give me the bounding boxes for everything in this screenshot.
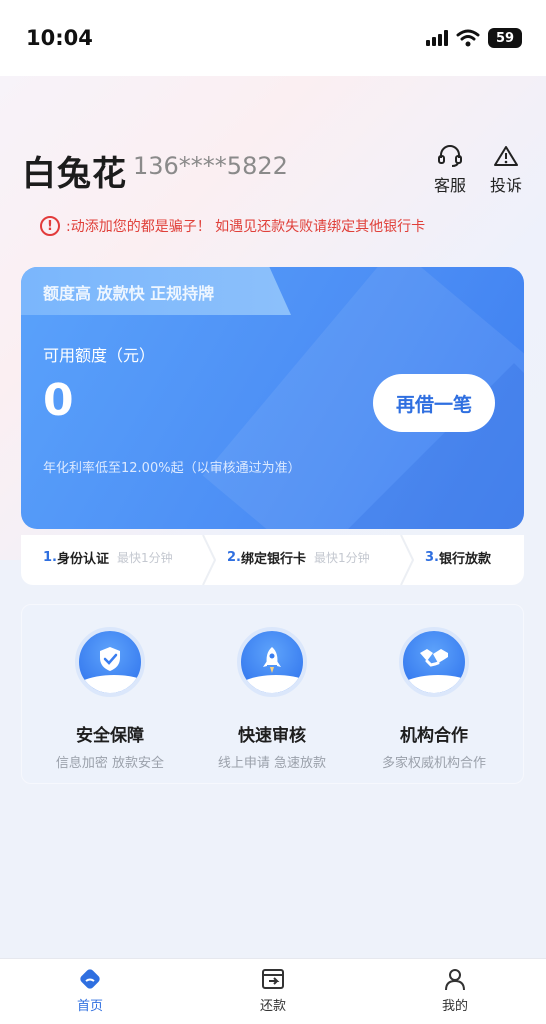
- signal-icon: [426, 30, 448, 46]
- customer-service-label: 客服: [433, 176, 466, 195]
- phone-number: 136****5822: [133, 152, 288, 180]
- step-name: 银行放款: [438, 552, 491, 567]
- status-time: 10:04: [26, 26, 93, 50]
- status-icons: 59: [426, 26, 522, 50]
- feature-subtitle: 信息加密 放款安全: [55, 756, 165, 771]
- tab-mine[interactable]: 我的: [410, 967, 500, 1014]
- feature-icon-badge: [399, 627, 469, 697]
- step-item: 1. 身份认证 最快1分钟: [43, 548, 173, 567]
- interest-rate-note: 年化利率低至12.00%起（以审核通过为准）: [43, 461, 301, 476]
- process-steps: 1. 身份认证 最快1分钟 2. 绑定银行卡 最快1分钟 3. 银行放款: [21, 535, 524, 585]
- user-icon: [445, 969, 465, 991]
- tab-label: 首页: [76, 999, 103, 1014]
- wifi-icon: [456, 29, 480, 47]
- status-bar: 10:04 59: [0, 0, 546, 76]
- step-number: 1.: [43, 550, 57, 565]
- card-tagline: 额度高 放款快 正规持牌: [43, 284, 215, 303]
- tab-label: 我的: [441, 999, 468, 1014]
- brand-logo: 白兔花: [22, 154, 127, 194]
- tab-label: 还款: [259, 999, 286, 1014]
- bottom-tab-bar: 首页 还款 我的: [0, 958, 546, 1024]
- feature-fast-review: 快速审核 线上申请 急速放款: [192, 627, 352, 771]
- handshake-icon: [420, 649, 448, 667]
- feature-title: 安全保障: [76, 726, 144, 746]
- complaint-button[interactable]: 投诉: [482, 144, 530, 195]
- fraud-warning: ! :动添加您的都是骗子！ 如遇见还款失败请绑定其他银行卡: [40, 215, 425, 237]
- step-number: 3.: [425, 550, 439, 565]
- available-limit-label: 可用额度（元）: [43, 346, 156, 365]
- features-panel: 安全保障 信息加密 放款安全 快速审核 线上申请 急速放款 机构合作 多家权威机…: [21, 604, 524, 784]
- feature-security: 安全保障 信息加密 放款安全: [30, 627, 190, 771]
- shield-icon: [100, 647, 120, 671]
- step-item: 2. 绑定银行卡 最快1分钟: [227, 548, 370, 567]
- header: 白兔花 136****5822 客服 投诉: [22, 144, 532, 195]
- chevron-right-icon: [400, 535, 415, 585]
- tab-repay[interactable]: 还款: [228, 967, 318, 1014]
- chevron-right-icon: [202, 535, 217, 585]
- warning-triangle-icon: [494, 146, 518, 166]
- feature-icon-badge: [75, 627, 145, 697]
- complaint-label: 投诉: [489, 176, 522, 195]
- feature-subtitle: 线上申请 急速放款: [217, 756, 327, 771]
- battery-icon: 59: [488, 28, 522, 48]
- feature-cooperation: 机构合作 多家权威机构合作: [354, 627, 514, 771]
- repay-icon: [262, 969, 284, 989]
- feature-title: 机构合作: [400, 726, 468, 746]
- feature-subtitle: 多家权威机构合作: [381, 756, 486, 771]
- step-name: 绑定银行卡: [240, 552, 306, 567]
- borrow-again-button[interactable]: 再借一笔: [373, 374, 495, 432]
- credit-limit-card: 额度高 放款快 正规持牌 可用额度（元） 0 年化利率低至12.00%起（以审核…: [21, 267, 524, 529]
- available-limit-amount: 0: [43, 375, 74, 426]
- step-number: 2.: [227, 550, 241, 565]
- alert-icon: !: [40, 216, 60, 236]
- customer-service-button[interactable]: 客服: [426, 144, 474, 195]
- home-icon: [80, 969, 100, 989]
- rocket-icon: [263, 647, 281, 673]
- headset-icon: [438, 145, 462, 167]
- tab-home[interactable]: 首页: [45, 967, 135, 1014]
- step-hint: 最快1分钟: [117, 551, 173, 565]
- feature-title: 快速审核: [238, 726, 306, 746]
- step-name: 身份认证: [56, 552, 109, 567]
- step-hint: 最快1分钟: [314, 551, 370, 565]
- warning-text: :动添加您的都是骗子！ 如遇见还款失败请绑定其他银行卡: [66, 219, 426, 235]
- step-item: 3. 银行放款: [425, 548, 491, 567]
- feature-icon-badge: [237, 627, 307, 697]
